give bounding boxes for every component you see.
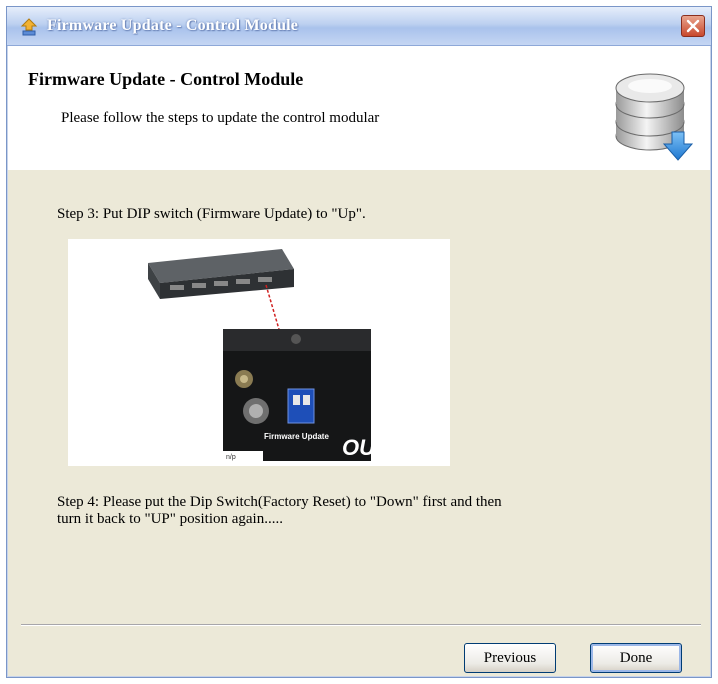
photo-corner-text: n/p	[226, 454, 236, 461]
dip-switch-photo: Firmware Update OU n/p	[68, 239, 450, 466]
wizard-header: Firmware Update - Control Module Please …	[8, 46, 710, 170]
previous-button[interactable]: Previous	[464, 643, 556, 673]
close-button[interactable]	[681, 15, 705, 37]
firmware-update-icon	[19, 18, 39, 36]
window-title: Firmware Update - Control Module	[47, 17, 299, 34]
done-button[interactable]: Done	[590, 643, 682, 673]
title-bar[interactable]: Firmware Update - Control Module	[7, 7, 711, 46]
step-4-line-2: turn it back to "UP" position again.....	[57, 511, 283, 527]
step-4-line-1: Step 4: Please put the Dip Switch(Factor…	[57, 494, 502, 510]
photo-logo-text: OU	[342, 435, 376, 460]
firmware-update-dialog: Firmware Update - Control Module Firmwar…	[6, 6, 712, 678]
step-3-text: Step 3: Put DIP switch (Firmware Update)…	[57, 206, 366, 222]
footer-divider	[21, 624, 701, 626]
page-subtitle: Please follow the steps to update the co…	[61, 110, 380, 126]
page-title: Firmware Update - Control Module	[28, 69, 304, 89]
database-download-icon	[612, 58, 696, 166]
close-icon	[686, 19, 700, 33]
photo-firmware-label: Firmware Update	[264, 432, 329, 441]
step-4-text: Step 4: Please put the Dip Switch(Factor…	[57, 494, 657, 528]
